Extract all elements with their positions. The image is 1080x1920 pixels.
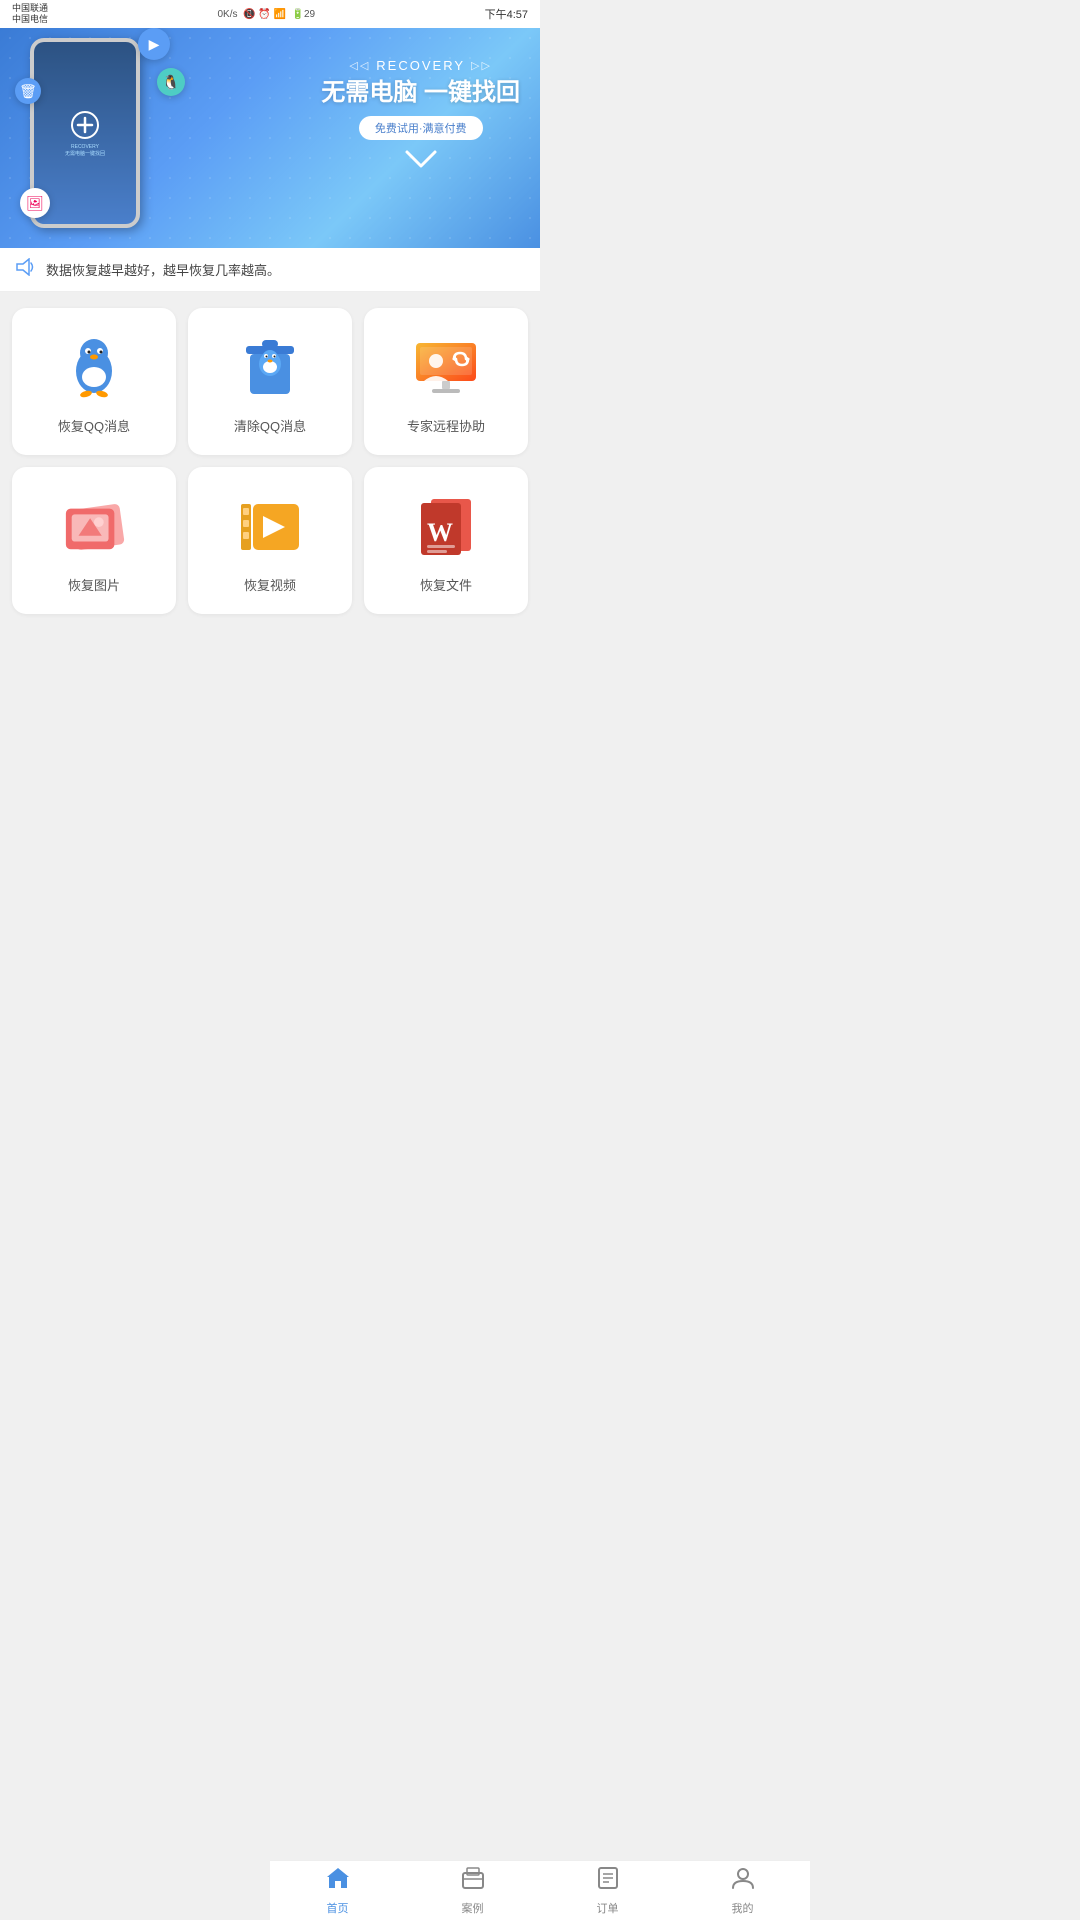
grid-item-restore-photo[interactable]: 恢复图片 (12, 467, 176, 614)
expert-remote-icon (414, 336, 478, 400)
float-icon-photo: 🖼 (20, 188, 50, 218)
grid-item-expert-remote[interactable]: 专家远程协助 (364, 308, 528, 455)
home-icon (325, 1865, 351, 1897)
grid-section: 恢复QQ消息 (0, 292, 540, 630)
phone-mockup: RECOVERY无需电脑一键找回 ▶ 🐧 🗑 🖼 (30, 38, 150, 238)
nav-item-home[interactable]: 首页 (270, 1861, 405, 1920)
grid-label-restore-qq: 恢复QQ消息 (58, 416, 130, 435)
banner-main-text: 无需电脑 一键找回 (321, 79, 520, 108)
nav-label-cases: 案例 (462, 1900, 484, 1916)
qq-trash-icon (238, 336, 302, 400)
nav-item-cases[interactable]: 案例 (405, 1861, 540, 1920)
nav-label-mine: 我的 (732, 1900, 754, 1916)
float-icon-penguin: 🐧 (157, 68, 185, 96)
file-word-icon: W (414, 495, 478, 559)
carrier-info: 中国联通 中国电信 (12, 3, 48, 25)
feature-grid: 恢复QQ消息 (12, 308, 528, 614)
grid-item-restore-video[interactable]: 恢复视频 (188, 467, 352, 614)
banner-sub-pill: 免费试用·满意付费 (359, 116, 483, 140)
grid-label-restore-video: 恢复视频 (244, 575, 296, 594)
bottom-nav: 首页 案例 订单 我的 (270, 1860, 810, 1920)
status-bar: 中国联通 中国电信 0K/s 📵 ⏰ 📶 🔋29 下午4:57 (0, 0, 540, 28)
notice-speaker-icon (16, 258, 36, 281)
mine-icon (730, 1865, 756, 1897)
notice-text: 数据恢复越早越好，越早恢复几率越高。 (46, 260, 280, 279)
grid-item-clear-qq[interactable]: 清除QQ消息 (188, 308, 352, 455)
video-icon (238, 495, 302, 559)
banner: RECOVERY无需电脑一键找回 ▶ 🐧 🗑 🖼 ◁◁ RECOVERY ▷▷ … (0, 28, 540, 248)
nav-label-orders: 订单 (597, 1900, 619, 1916)
banner-arrow-down (321, 148, 520, 176)
grid-item-restore-file[interactable]: W 恢复文件 (364, 467, 528, 614)
grid-label-clear-qq: 清除QQ消息 (234, 416, 306, 435)
cases-icon (460, 1865, 486, 1897)
nav-item-orders[interactable]: 订单 (540, 1861, 675, 1920)
qq-penguin-icon (62, 336, 126, 400)
nav-item-mine[interactable]: 我的 (675, 1861, 810, 1920)
status-time: 下午4:57 (485, 6, 528, 22)
recovery-title: ◁◁ RECOVERY ▷▷ (321, 58, 520, 73)
float-icon-trash: 🗑 (15, 78, 41, 104)
grid-label-restore-file: 恢复文件 (420, 575, 472, 594)
status-center: 0K/s 📵 ⏰ 📶 🔋29 (217, 9, 315, 20)
orders-icon (595, 1865, 621, 1897)
nav-label-home: 首页 (327, 1900, 349, 1916)
banner-text-area: ◁◁ RECOVERY ▷▷ 无需电脑 一键找回 免费试用·满意付费 (321, 58, 520, 176)
grid-item-restore-qq[interactable]: 恢复QQ消息 (12, 308, 176, 455)
photo-icon (62, 495, 126, 559)
grid-label-expert-remote: 专家远程协助 (407, 416, 485, 435)
grid-label-restore-photo: 恢复图片 (68, 575, 120, 594)
float-icon-play: ▶ (138, 28, 170, 60)
notice-bar: 数据恢复越早越好，越早恢复几率越高。 (0, 248, 540, 292)
svg-text:W: W (427, 518, 453, 547)
